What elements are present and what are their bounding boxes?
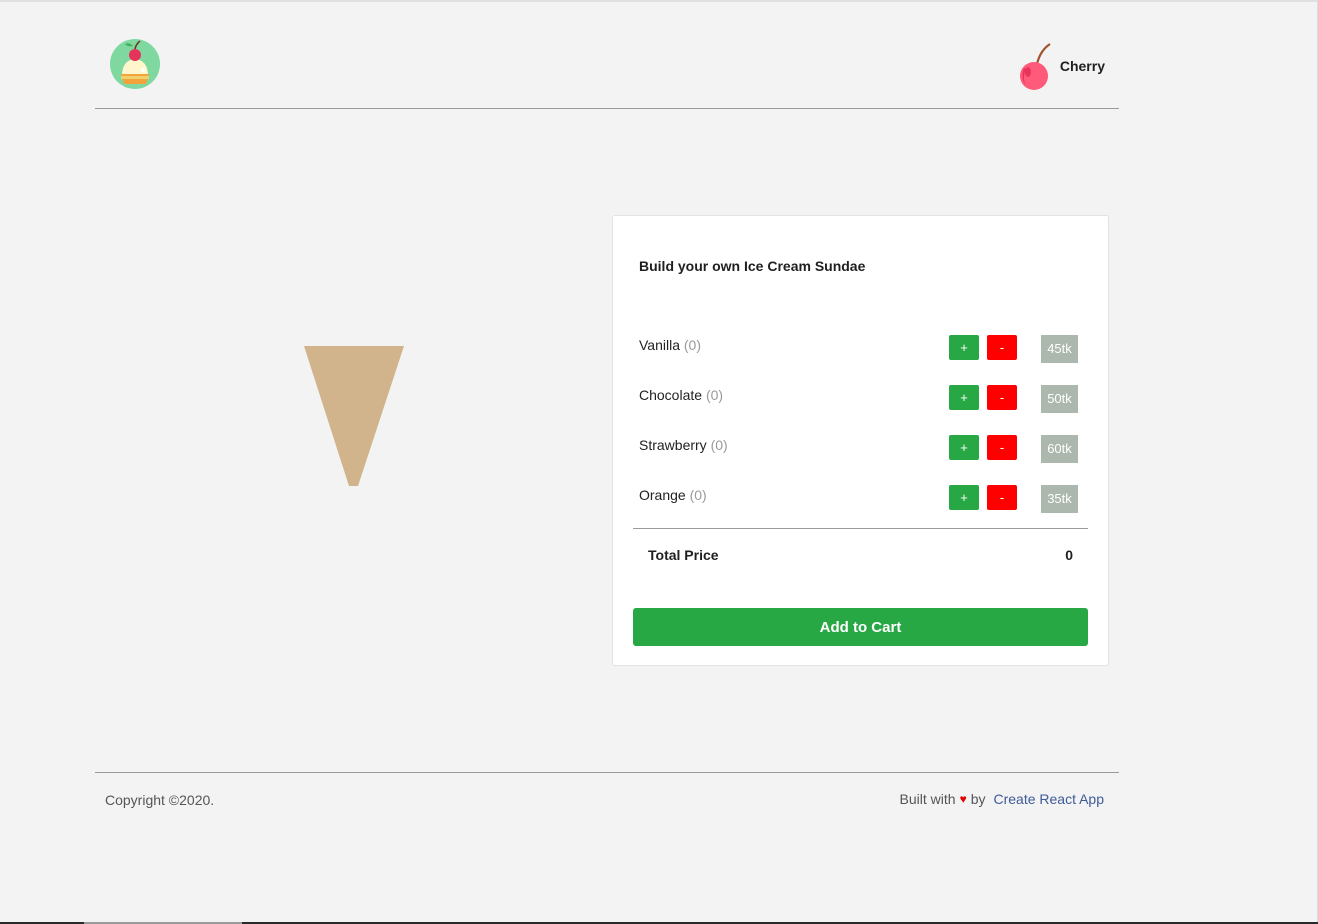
credits: Built with ♥ by Create React App [900,791,1104,807]
add-vanilla-button[interactable]: + [949,335,979,360]
remove-vanilla-button[interactable]: - [987,335,1017,360]
total-price-value: 0 [1065,547,1073,563]
add-strawberry-button[interactable]: + [949,435,979,460]
flavor-count: (0) [710,437,728,453]
add-to-cart-button[interactable]: Add to Cart [633,608,1088,646]
add-chocolate-button[interactable]: + [949,385,979,410]
footer: Copyright ©2020. Built with ♥ by Create … [95,772,1119,833]
create-react-app-link[interactable]: Create React App [993,791,1104,807]
builder-title: Build your own Ice Cream Sundae [639,258,866,274]
total-price-label: Total Price [648,547,719,563]
add-orange-button[interactable]: + [949,485,979,510]
flavor-count: (0) [689,487,707,503]
remove-orange-button[interactable]: - [987,485,1017,510]
by-text: by [970,791,986,807]
brand[interactable]: Cherry [1018,40,1105,92]
flavor-name: Vanilla (0) [639,337,702,353]
divider [633,528,1088,529]
ice-cream-cone-preview [304,346,404,486]
flavor-row-strawberry: Strawberry (0) + - 60tk [639,435,1089,465]
copyright-text: Copyright ©2020. [105,792,215,808]
strawberry-price-tag: 60tk [1041,435,1078,463]
header: Cherry [95,36,1119,109]
cherry-icon [1019,43,1051,90]
flavor-name: Strawberry (0) [639,437,728,453]
vanilla-price-tag: 45tk [1041,335,1078,363]
built-with-text: Built with [899,791,956,807]
flavor-count: (0) [705,387,724,403]
flavor-count: (0) [683,337,702,353]
remove-strawberry-button[interactable]: - [987,435,1017,460]
flavor-row-orange: Orange (0) + - 35tk [639,485,1089,515]
heart-icon: ♥ [959,792,967,806]
chocolate-price-tag: 50tk [1041,385,1078,413]
remove-chocolate-button[interactable]: - [987,385,1017,410]
brand-name: Cherry [1059,58,1105,74]
flavor-name: Orange (0) [639,487,707,503]
flavor-row-chocolate: Chocolate (0) + - 50tk [639,385,1089,415]
sundae-logo-icon[interactable] [109,38,161,90]
flavor-name: Chocolate (0) [639,387,724,403]
orange-price-tag: 35tk [1041,485,1078,513]
page: Cherry Build your own Ice Cream Sundae V… [0,0,1318,924]
sundae-builder-card: Build your own Ice Cream Sundae Vanilla … [612,215,1109,666]
flavor-row-vanilla: Vanilla (0) + - 45tk [639,335,1089,365]
